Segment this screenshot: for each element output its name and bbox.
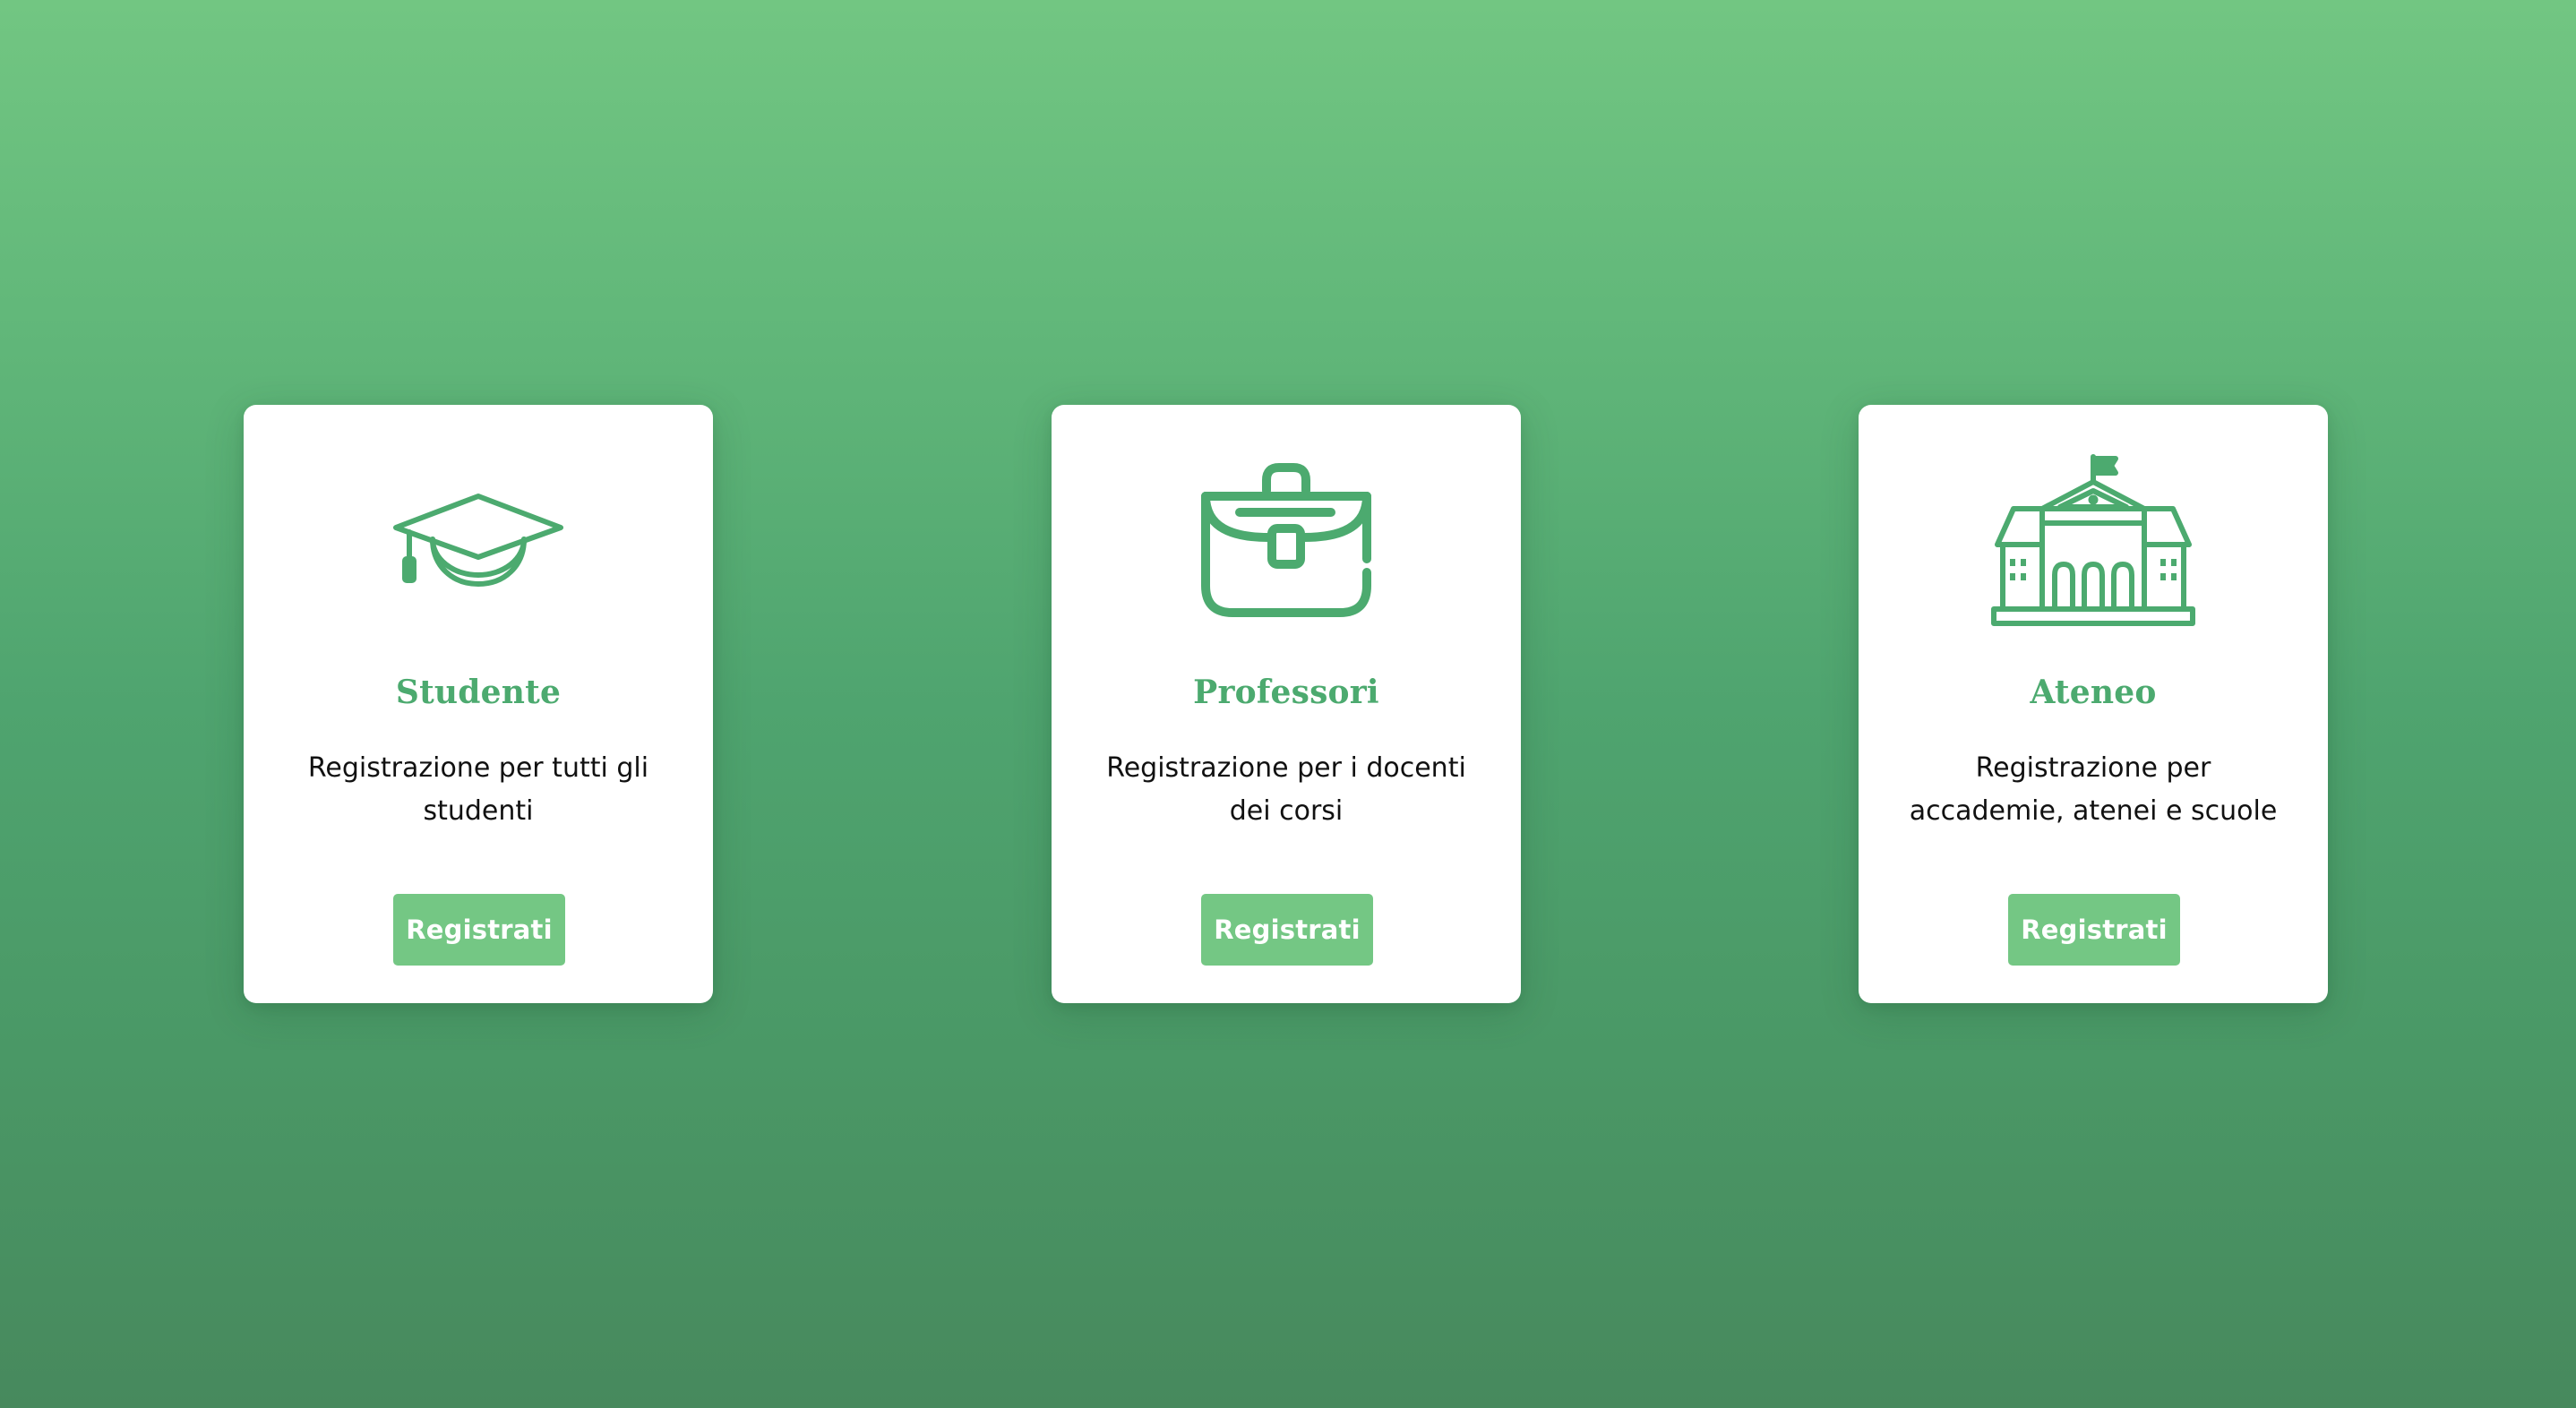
card-icon-container [1052, 451, 1521, 631]
card-title: Ateneo [2030, 674, 2157, 711]
register-button-studente[interactable]: Registrati [393, 894, 565, 966]
university-building-icon [1991, 454, 2195, 626]
card-icon-container [1859, 451, 2328, 631]
card-ateneo: Ateneo Registrazione per accademie, aten… [1859, 405, 2328, 1003]
card-professori: Professori Registrazione per i docenti d… [1052, 405, 1521, 1003]
card-description: Registrazione per accademie, atenei e sc… [1909, 752, 2278, 827]
card-description: Registrazione per i docenti dei corsi [1106, 752, 1466, 827]
card-studente: Studente Registrazione per tutti gli stu… [244, 405, 713, 1003]
card-description: Registrazione per tutti gli studenti [307, 752, 649, 827]
register-button-ateneo[interactable]: Registrati [2008, 894, 2180, 966]
briefcase-icon [1201, 463, 1371, 617]
register-button-professori[interactable]: Registrati [1201, 894, 1373, 966]
card-title: Professori [1193, 674, 1379, 711]
card-title: Studente [395, 674, 562, 711]
graduation-cap-icon [393, 494, 563, 587]
card-icon-container [244, 451, 713, 631]
